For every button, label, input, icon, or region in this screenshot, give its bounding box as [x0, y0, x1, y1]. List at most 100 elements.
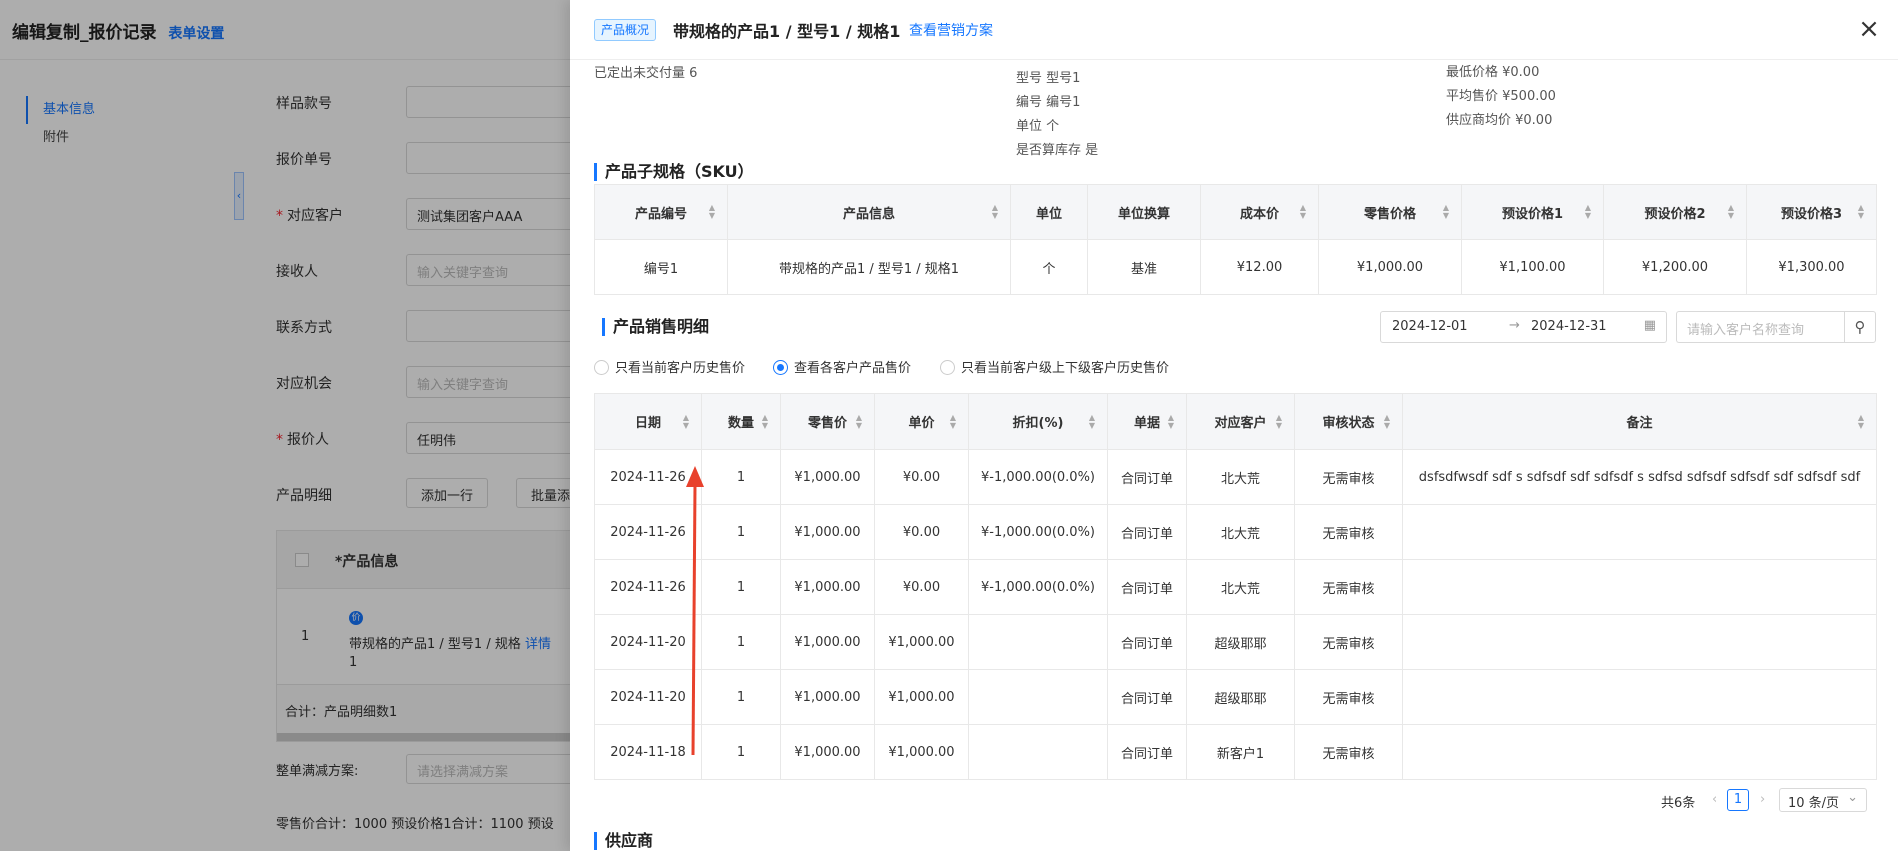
retail-cell: ¥1,000.00 — [780, 504, 875, 560]
customer-link[interactable]: 北大荒 — [1186, 559, 1295, 615]
sort-icon[interactable]: ▲ ▼ — [1168, 413, 1174, 430]
customer-link[interactable]: 北大荒 — [1186, 504, 1295, 560]
sales-col-retail[interactable]: 零售价 ▲ ▼ — [780, 393, 875, 450]
next-page-icon[interactable]: › — [1760, 792, 1765, 807]
unit-price-cell: ¥0.00 — [874, 449, 969, 505]
sku-retail-cell: ¥1,000.00 — [1318, 239, 1462, 295]
prev-page-icon[interactable]: ‹ — [1712, 792, 1717, 807]
sales-col-unit-price[interactable]: 单价 ▲ ▼ — [874, 393, 969, 450]
calendar-icon[interactable]: ▦ — [1644, 318, 1656, 333]
sort-icon[interactable]: ▲ ▼ — [1443, 204, 1449, 220]
qty-cell: 1 — [701, 504, 781, 560]
document-link[interactable]: 合同订单 — [1107, 559, 1187, 615]
document-link[interactable]: 合同订单 — [1107, 669, 1187, 725]
date-start[interactable]: 2024-12-01 — [1392, 319, 1468, 334]
sales-col-customer[interactable]: 对应客户 ▲ ▼ — [1186, 393, 1295, 450]
customer-link[interactable]: 新客户1 — [1186, 724, 1295, 780]
sort-icon[interactable]: ▲ ▼ — [1858, 413, 1864, 430]
radio-related-customers-history[interactable]: 只看当前客户级上下级客户历史售价 — [940, 357, 1169, 376]
radio-current-customer-history[interactable]: 只看当前客户历史售价 — [594, 357, 745, 376]
sort-icon[interactable]: ▲ ▼ — [683, 413, 689, 430]
sort-icon[interactable]: ▲ ▼ — [709, 204, 715, 220]
product-attributes: 型号 型号1 编号 编号1 单位 个 是否算库存 是 — [1016, 67, 1098, 163]
customer-search-input[interactable]: 请输入客户名称查询 — [1676, 311, 1844, 343]
retail-cell: ¥1,000.00 — [780, 559, 875, 615]
sku-col-retail[interactable]: 零售价格 ▲ ▼ — [1318, 184, 1462, 240]
discount-cell — [968, 669, 1108, 725]
sort-icon[interactable]: ▲ ▼ — [950, 413, 956, 430]
sku-col-preset2[interactable]: 预设价格2 ▲ ▼ — [1603, 184, 1747, 240]
radio-label: 查看各客户产品售价 — [794, 361, 912, 376]
sales-col-date[interactable]: 日期 ▲ ▼ — [594, 393, 702, 450]
retail-cell: ¥1,000.00 — [780, 614, 875, 670]
sort-icon[interactable]: ▲ ▼ — [1858, 204, 1864, 220]
page-1-button[interactable]: 1 — [1727, 789, 1749, 811]
sales-col-audit[interactable]: 审核状态 ▲ ▼ — [1294, 393, 1403, 450]
sales-col-remark[interactable]: 备注 ▲ ▼ — [1402, 393, 1877, 450]
view-marketing-link[interactable]: 查看营销方案 — [909, 20, 993, 40]
table-row: 2024-11-26 1 ¥1,000.00 ¥0.00 ¥-1,000.00(… — [594, 504, 1877, 560]
search-icon[interactable]: ⚲ — [1844, 311, 1876, 343]
discount-cell: ¥-1,000.00(0.0%) — [968, 449, 1108, 505]
sku-preset1-cell: ¥1,100.00 — [1461, 239, 1604, 295]
document-link[interactable]: 合同订单 — [1107, 614, 1187, 670]
sales-col-remark-label: 备注 — [1626, 416, 1653, 431]
radio-label: 只看当前客户级上下级客户历史售价 — [961, 361, 1170, 376]
date-end[interactable]: 2024-12-31 — [1531, 319, 1607, 334]
document-link[interactable]: 合同订单 — [1107, 449, 1187, 505]
sku-col-preset2-label: 预设价格2 — [1644, 206, 1706, 222]
sku-col-preset1-label: 预设价格1 — [1501, 206, 1564, 222]
sort-icon[interactable]: ▲ ▼ — [1585, 204, 1591, 220]
unit-value: 单位 个 — [1016, 119, 1060, 134]
radio-circle[interactable] — [773, 360, 788, 375]
sales-col-discount[interactable]: 折扣(%) ▲ ▼ — [968, 393, 1108, 450]
radio-circle[interactable] — [594, 360, 609, 375]
customer-link[interactable]: 北大荒 — [1186, 449, 1295, 505]
sku-preset2-cell: ¥1,200.00 — [1603, 239, 1747, 295]
date-range-picker[interactable]: 2024-12-01 → 2024-12-31 ▦ — [1380, 311, 1667, 343]
sku-col-preset3[interactable]: 预设价格3 ▲ ▼ — [1746, 184, 1877, 240]
chevron-down-icon: ⌄ — [1847, 790, 1858, 805]
audit-cell: 无需审核 — [1294, 614, 1403, 670]
sales-col-document[interactable]: 单据 ▲ ▼ — [1107, 393, 1187, 450]
sort-icon[interactable]: ▲ ▼ — [1300, 204, 1306, 220]
sku-col-conversion-label: 单位换算 — [1117, 206, 1170, 222]
sku-product-link[interactable]: 带规格的产品1 / 型号1 / 规格1 — [727, 239, 1011, 295]
sort-icon[interactable]: ▲ ▼ — [992, 204, 998, 220]
sort-icon[interactable]: ▲ ▼ — [1089, 413, 1095, 430]
sort-icon[interactable]: ▲ ▼ — [1728, 204, 1734, 220]
customer-link[interactable]: 超级耶耶 — [1186, 669, 1295, 725]
retail-cell: ¥1,000.00 — [780, 724, 875, 780]
qty-cell: 1 — [701, 669, 781, 725]
table-row: 2024-11-20 1 ¥1,000.00 ¥1,000.00 合同订单 超级… — [594, 669, 1877, 725]
document-link[interactable]: 合同订单 — [1107, 504, 1187, 560]
date-cell: 2024-11-26 — [594, 504, 702, 560]
document-link[interactable]: 合同订单 — [1107, 724, 1187, 780]
supplier-section-title: 供应商 — [594, 832, 653, 850]
radio-circle[interactable] — [940, 360, 955, 375]
retail-cell: ¥1,000.00 — [780, 449, 875, 505]
sku-col-cost[interactable]: 成本价 ▲ ▼ — [1200, 184, 1319, 240]
table-row: 2024-11-20 1 ¥1,000.00 ¥1,000.00 合同订单 超级… — [594, 614, 1877, 670]
radio-all-customers[interactable]: 查看各客户产品售价 — [773, 357, 911, 376]
sales-col-date-label: 日期 — [634, 416, 661, 431]
sales-col-qty[interactable]: 数量 ▲ ▼ — [701, 393, 781, 450]
sales-col-retail-label: 零售价 — [807, 416, 847, 431]
date-cell: 2024-11-26 — [594, 449, 702, 505]
sort-icon[interactable]: ▲ ▼ — [856, 413, 862, 430]
close-icon[interactable]: × — [1854, 12, 1884, 46]
sort-icon[interactable]: ▲ ▼ — [1384, 413, 1390, 430]
modal-mask[interactable] — [0, 0, 570, 851]
sort-icon[interactable]: ▲ ▼ — [1276, 413, 1282, 430]
sku-col-info[interactable]: 产品信息 ▲ ▼ — [727, 184, 1011, 240]
sku-conversion-cell: 基准 — [1087, 239, 1201, 295]
date-cell: 2024-11-20 — [594, 614, 702, 670]
min-price: 最低价格 ¥0.00 — [1446, 65, 1540, 80]
audit-cell: 无需审核 — [1294, 449, 1403, 505]
sort-icon[interactable]: ▲ ▼ — [762, 413, 768, 430]
customer-link[interactable]: 超级耶耶 — [1186, 614, 1295, 670]
page-size-select[interactable]: 10 条/页 ⌄ — [1779, 788, 1867, 812]
sku-col-preset1[interactable]: 预设价格1 ▲ ▼ — [1461, 184, 1604, 240]
sku-col-code[interactable]: 产品编号 ▲ ▼ — [594, 184, 728, 240]
sku-col-cost-label: 成本价 — [1239, 206, 1279, 222]
